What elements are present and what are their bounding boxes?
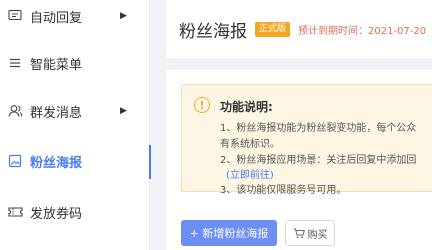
- sidebar-item-mass-message[interactable]: 群发消息 ▶: [0, 85, 150, 137]
- sidebar-item-label: 自动回复: [30, 10, 83, 26]
- sidebar-item-label: 发放券码: [30, 206, 83, 222]
- sidebar-item-label: 粉丝海报: [30, 155, 83, 171]
- sidebar: 自动回复 ▶ 智能菜单 群发消息 ▶ 粉丝海报 发放券码: [0, 0, 151, 250]
- main-panel: 粉丝海报 正式版 预计到期时间：2021-07-20 ! 功能说明: 1、粉丝海…: [151, 0, 432, 250]
- menu-list-icon: [6, 54, 24, 72]
- notice-line: 有系统标识。: [220, 139, 280, 150]
- chevron-right-icon: ▶: [120, 106, 127, 116]
- notice-line: 2、粉丝海报应用场景：关注后回复中添加回: [220, 155, 417, 166]
- info-warning-icon: !: [194, 97, 210, 113]
- sidebar-item-label: 群发消息: [30, 105, 83, 121]
- poster-image-icon: [6, 152, 24, 170]
- app-window: 自动回复 ▶ 智能菜单 群发消息 ▶ 粉丝海报 发放券码 粉丝海报 正式版 预计…: [0, 0, 432, 250]
- sidebar-item-smart-menu[interactable]: 智能菜单: [0, 37, 150, 89]
- notice-line: 3、该功能仅限服务号可用。: [220, 185, 347, 196]
- buy-label: 购买: [307, 229, 328, 241]
- sidebar-item-label: 智能菜单: [30, 57, 83, 73]
- version-badge: 正式版: [255, 21, 291, 37]
- content-card: ! 功能说明: 1、粉丝海报功能为粉丝裂变功能，每个公众 有系统标识。 2、粉丝…: [167, 70, 432, 250]
- cart-icon: [293, 228, 305, 239]
- message-reply-icon: [6, 7, 24, 25]
- go-now-link[interactable]: (立即前往): [226, 166, 274, 181]
- sidebar-item-fan-poster[interactable]: 粉丝海报: [0, 135, 151, 187]
- page-header: 粉丝海报 正式版 预计到期时间：2021-07-20: [167, 0, 432, 58]
- feature-notice: ! 功能说明: 1、粉丝海报功能为粉丝裂变功能，每个公众 有系统标识。 2、粉丝…: [181, 84, 432, 196]
- add-poster-button[interactable]: + 新增粉丝海报: [181, 220, 277, 246]
- notice-line: 1、粉丝海报功能为粉丝裂变功能，每个公众: [220, 123, 417, 134]
- coupon-icon: [6, 203, 24, 221]
- chevron-right-icon: ▶: [120, 11, 127, 21]
- buy-button[interactable]: 购买: [285, 220, 335, 246]
- sidebar-item-auto-reply[interactable]: 自动回复 ▶: [0, 0, 150, 42]
- page-title: 粉丝海报: [179, 21, 247, 42]
- sidebar-item-issue-coupon[interactable]: 发放券码: [0, 186, 150, 238]
- notice-title: 功能说明:: [220, 100, 273, 114]
- users-icon: [6, 102, 24, 120]
- expire-text: 预计到期时间：2021-07-20: [298, 25, 427, 37]
